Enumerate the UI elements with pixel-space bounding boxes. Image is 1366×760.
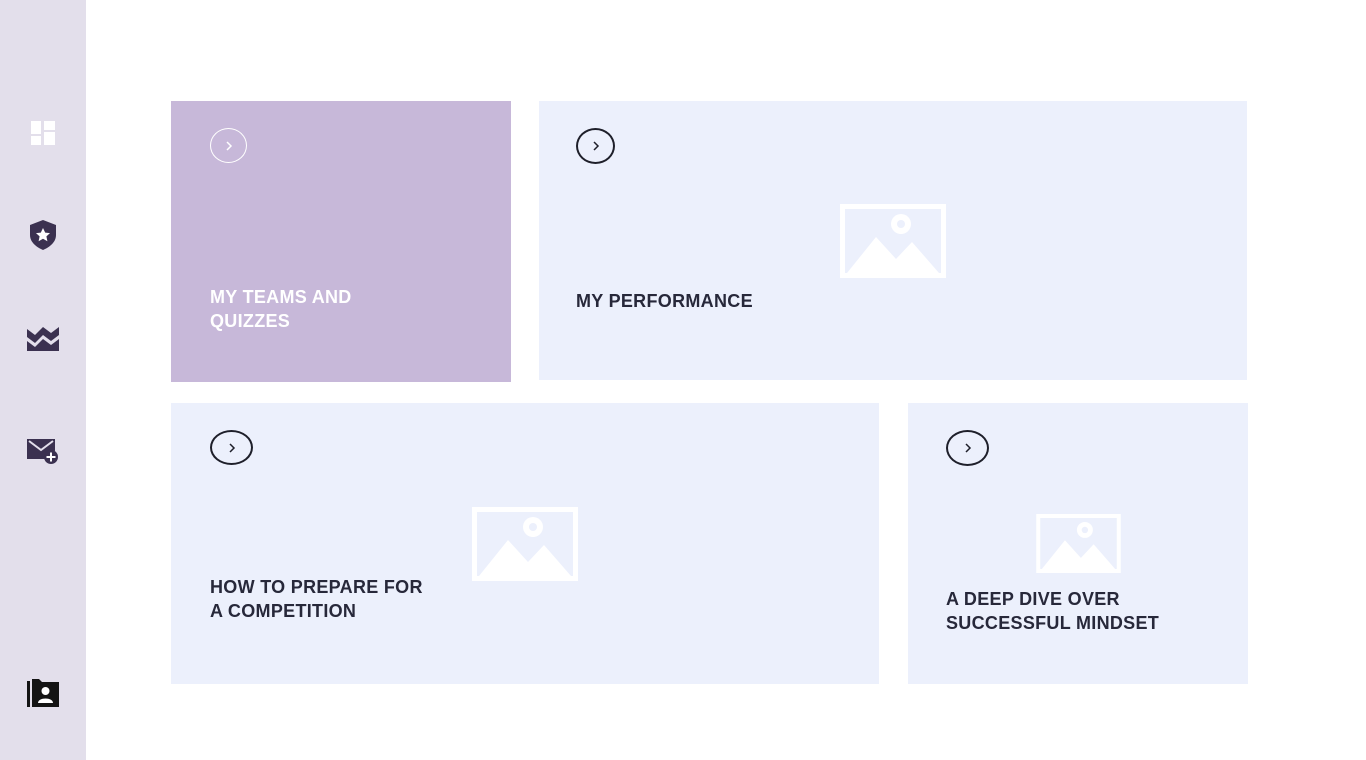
chevron-right-icon	[592, 141, 599, 151]
chevron-right-icon	[964, 443, 971, 453]
chevron-right-icon	[225, 140, 232, 151]
card-deep-dive-mindset[interactable]: A DEEP DIVE OVER SUCCESSFUL MINDSET	[908, 403, 1248, 684]
card-my-performance[interactable]: MY PERFORMANCE	[539, 101, 1247, 380]
sidebar-item-invite[interactable]	[22, 430, 64, 472]
image-placeholder-icon	[840, 204, 946, 278]
card-how-to-prepare[interactable]: HOW TO PREPARE FOR A COMPETITION	[171, 403, 879, 684]
card-my-teams-and-quizzes[interactable]: MY TEAMS AND QUIZZES	[171, 101, 511, 382]
card-title: HOW TO PREPARE FOR A COMPETITION	[210, 577, 423, 621]
chart-area-icon	[27, 327, 59, 351]
dashboard-icon	[31, 121, 55, 145]
card-title: MY TEAMS AND QUIZZES	[210, 287, 352, 331]
sidebar-item-contacts[interactable]	[22, 672, 64, 714]
contact-folder-icon	[27, 679, 59, 707]
open-button[interactable]	[210, 430, 253, 465]
mail-add-icon	[27, 439, 58, 464]
sidebar-item-dashboard[interactable]	[22, 112, 64, 154]
card-title: MY PERFORMANCE	[576, 291, 753, 311]
open-button[interactable]	[946, 430, 989, 466]
badge-star-icon	[30, 220, 56, 250]
card-title: A DEEP DIVE OVER SUCCESSFUL MINDSET	[946, 589, 1160, 633]
open-button[interactable]	[210, 128, 247, 163]
image-placeholder-icon	[472, 507, 578, 581]
sidebar-item-performance[interactable]	[22, 316, 64, 358]
sidebar-item-achievements[interactable]	[22, 214, 64, 256]
open-button[interactable]	[576, 128, 615, 164]
sidebar	[0, 0, 86, 760]
chevron-right-icon	[228, 442, 235, 453]
image-placeholder-icon	[1036, 514, 1121, 573]
